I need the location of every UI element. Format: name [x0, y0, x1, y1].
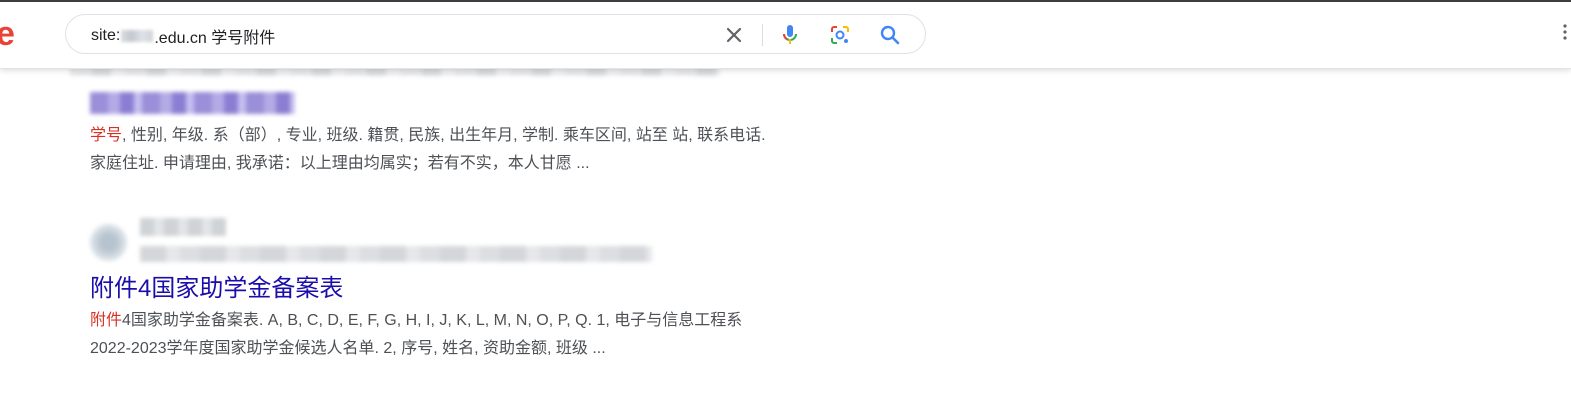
snippet-text: , 性别, 年级. 系（部）, 专业, 班级. 籍贯, 民族, 出生年月, 学制… [122, 127, 766, 144]
query-suffix: .edu.cn 学号附件 [154, 30, 276, 47]
search-bar[interactable]: site: .edu.cn 学号附件 [65, 14, 926, 54]
search-button[interactable] [872, 15, 908, 55]
google-logo[interactable]: e [0, 12, 15, 56]
search-icon [880, 25, 900, 45]
lens-icon [831, 26, 849, 44]
search-input[interactable]: site: .edu.cn 学号附件 [91, 24, 275, 48]
close-icon [726, 27, 742, 43]
result-snippet: 附件4国家助学金备案表. A, B, C, D, E, F, G, H, I, … [90, 307, 742, 335]
redacted-domain [121, 30, 154, 42]
result-title-link[interactable]: 附件4国家助学金备案表 [90, 273, 343, 305]
image-search-button[interactable] [822, 15, 858, 55]
query-prefix: site: [91, 27, 121, 44]
microphone-icon [782, 25, 797, 44]
more-icon[interactable] [1562, 22, 1568, 42]
voice-search-button[interactable] [772, 15, 808, 55]
result-snippet-line2: 家庭住址. 申请理由, 我承诺：以上理由均属实；若有不实，本人甘愿 ... [90, 155, 590, 172]
result-snippet: 学号, 性别, 年级. 系（部）, 专业, 班级. 籍贯, 民族, 出生年月, … [90, 122, 766, 150]
result-title-redacted[interactable] [90, 92, 295, 114]
snippet-text: 4国家助学金备案表. A, B, C, D, E, F, G, H, I, J,… [122, 312, 743, 329]
site-name-redacted[interactable] [140, 218, 226, 236]
search-bar-divider [762, 24, 763, 46]
clear-button[interactable] [716, 15, 752, 55]
search-header: e site: .edu.cn 学号附件 [0, 2, 1571, 69]
result-url-redacted[interactable] [140, 246, 652, 262]
result-snippet-line2: 2022-2023学年度国家助学金候选人名单. 2, 序号, 姓名, 资助金额,… [90, 340, 606, 357]
snippet-highlight: 附件 [90, 312, 123, 329]
snippet-highlight: 学号 [90, 127, 123, 144]
site-favicon[interactable] [90, 224, 127, 261]
